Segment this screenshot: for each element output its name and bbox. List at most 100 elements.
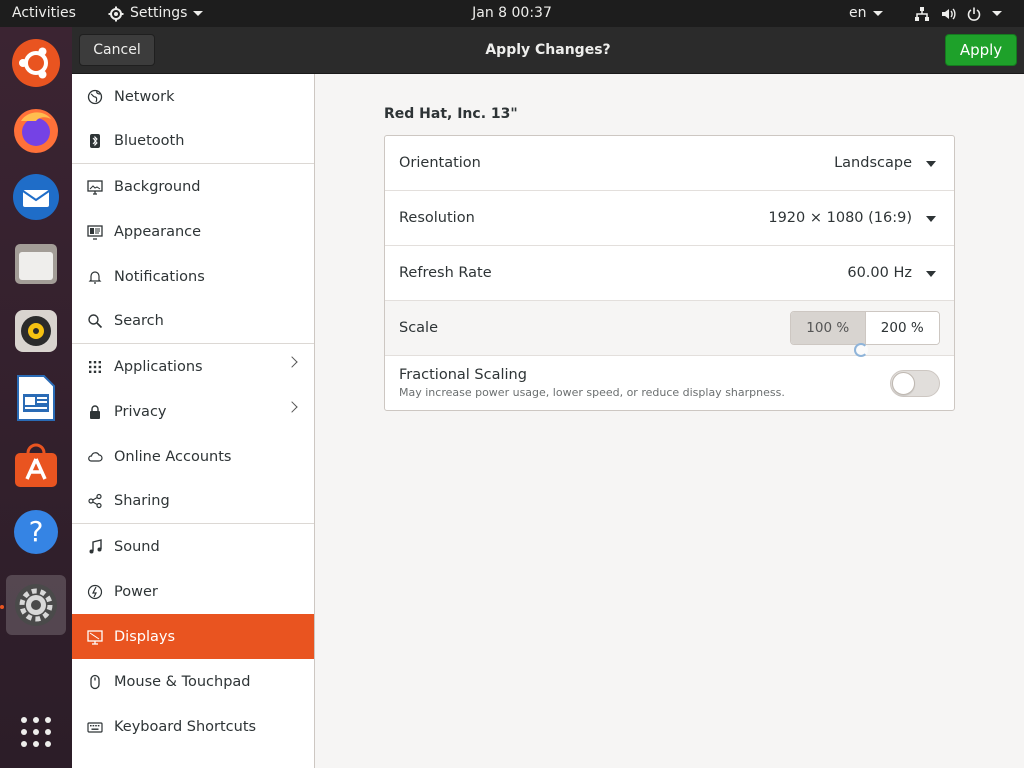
sidebar-item-label: Sharing xyxy=(114,493,170,509)
header-bar: Cancel Apply Changes? Apply xyxy=(72,27,1024,74)
dock-show-apps[interactable] xyxy=(6,702,66,762)
sidebar-item-power[interactable]: Power xyxy=(72,569,314,614)
sidebar-item-applications[interactable]: Applications xyxy=(72,344,314,389)
sidebar-item-displays[interactable]: Displays xyxy=(72,614,314,659)
orientation-dropdown[interactable] xyxy=(754,136,954,191)
rhythmbox-icon xyxy=(15,310,57,352)
chevron-down-icon xyxy=(992,11,1002,16)
sidebar-item-sharing[interactable]: Sharing xyxy=(72,479,314,524)
sidebar-item-label: Search xyxy=(114,313,164,329)
sidebar-item-label: Keyboard Shortcuts xyxy=(114,718,257,735)
scale-row: Scale 100 % 200 % xyxy=(385,301,954,357)
chevron-right-icon xyxy=(286,401,298,413)
privacy-icon xyxy=(86,403,104,421)
sidebar-item-label: Background xyxy=(114,178,201,195)
sidebar-item-background[interactable]: Background xyxy=(72,164,314,209)
fractional-scaling-switch[interactable] xyxy=(890,370,940,397)
refresh-rate-row[interactable]: Refresh Rate 60.00 Hz xyxy=(385,246,954,301)
scale-label: Scale xyxy=(399,320,439,336)
chevron-down-icon xyxy=(872,11,883,16)
scale-selector: 100 % 200 % xyxy=(790,311,940,345)
sidebar-item-mouse-touchpad[interactable]: Mouse & Touchpad xyxy=(72,659,314,704)
sidebar-item-label: Mouse & Touchpad xyxy=(114,673,251,690)
libreoffice-writer-icon xyxy=(17,375,55,421)
refresh-rate-label: Refresh Rate xyxy=(399,265,492,281)
resolution-row[interactable]: Resolution 1920 × 1080 (16:9) xyxy=(385,191,954,246)
fractional-scaling-row[interactable]: Fractional Scaling May increase power us… xyxy=(385,356,954,410)
firefox-icon xyxy=(14,109,58,153)
sidebar-item-label: Bluetooth xyxy=(114,133,185,149)
dock-writer[interactable] xyxy=(6,368,66,428)
software-icon xyxy=(15,443,57,487)
sidebar-item-bluetooth[interactable]: Bluetooth xyxy=(72,119,314,164)
scale-200-button[interactable]: 200 % xyxy=(865,312,939,344)
scale-100-button[interactable]: 100 % xyxy=(791,312,866,344)
running-indicator xyxy=(0,605,4,609)
help-icon: ? xyxy=(14,510,58,554)
app-menu-label: Settings xyxy=(130,5,188,21)
sidebar-item-search[interactable]: Search xyxy=(72,299,314,344)
background-icon xyxy=(86,178,104,196)
sidebar-item-label: Online Accounts xyxy=(114,448,232,465)
settings-icon xyxy=(15,584,57,626)
sidebar-item-appearance[interactable]: Appearance xyxy=(72,209,314,254)
language-indicator[interactable]: en xyxy=(849,0,883,27)
sidebar-item-label: Network xyxy=(114,88,175,105)
power-icon xyxy=(86,583,104,601)
network-icon xyxy=(915,6,929,21)
cancel-button[interactable]: Cancel xyxy=(79,34,155,66)
busy-cursor-icon xyxy=(854,343,868,357)
dock-rhythmbox[interactable] xyxy=(6,301,66,361)
displays-icon xyxy=(86,628,104,646)
sidebar-item-network[interactable]: Network xyxy=(72,74,314,119)
sidebar-item-label: Appearance xyxy=(114,223,202,240)
applications-icon xyxy=(86,358,104,376)
power-icon xyxy=(967,7,981,21)
show-apps-icon xyxy=(21,717,51,747)
bluetooth-icon xyxy=(86,132,104,150)
resolution-dropdown[interactable] xyxy=(754,191,954,246)
fractional-scaling-description: May increase power usage, lower speed, o… xyxy=(399,386,785,399)
volume-icon xyxy=(942,8,956,19)
sound-icon xyxy=(86,538,104,556)
refresh-rate-dropdown[interactable] xyxy=(754,246,954,301)
settings-sidebar: Network Bluetooth Background Appearance … xyxy=(72,74,315,768)
gear-icon xyxy=(108,6,124,21)
dock-software[interactable] xyxy=(6,435,66,495)
dock-firefox[interactable] xyxy=(6,100,66,160)
switch-knob xyxy=(892,372,915,395)
dock: ? xyxy=(0,27,72,768)
system-menu[interactable] xyxy=(914,0,1002,27)
apply-button[interactable]: Apply xyxy=(945,34,1017,66)
dock-help[interactable]: ? xyxy=(6,502,66,562)
displays-panel: Red Hat, Inc. 13" Orientation Landscape … xyxy=(315,74,1024,768)
sidebar-item-label: Displays xyxy=(114,628,176,645)
dock-thunderbird[interactable] xyxy=(6,167,66,227)
sidebar-item-sound[interactable]: Sound xyxy=(72,524,314,569)
chevron-down-icon xyxy=(193,11,204,16)
fractional-scaling-label: Fractional Scaling xyxy=(399,367,527,383)
activities-button[interactable]: Activities xyxy=(12,0,76,27)
appearance-icon xyxy=(86,223,104,241)
sidebar-item-keyboard-shortcuts[interactable]: Keyboard Shortcuts xyxy=(72,704,314,749)
monitor-name: Red Hat, Inc. 13" xyxy=(384,106,518,122)
sidebar-item-label: Notifications xyxy=(114,268,205,285)
search-icon xyxy=(86,312,104,330)
sidebar-item-label: Sound xyxy=(114,538,160,555)
app-menu[interactable]: Settings xyxy=(108,0,204,27)
notifications-icon xyxy=(86,268,104,286)
sidebar-item-privacy[interactable]: Privacy xyxy=(72,389,314,434)
sharing-icon xyxy=(86,492,104,510)
sidebar-item-label: Power xyxy=(114,583,158,600)
svg-text:?: ? xyxy=(29,515,44,548)
dock-settings[interactable] xyxy=(6,575,66,635)
resolution-label: Resolution xyxy=(399,210,475,226)
dock-files[interactable] xyxy=(6,234,66,294)
files-icon xyxy=(15,244,57,284)
dock-ubuntu[interactable] xyxy=(6,33,66,93)
sidebar-item-notifications[interactable]: Notifications xyxy=(72,254,314,299)
top-bar: Activities Settings Jan 8 00:37 en xyxy=(0,0,1024,27)
clock[interactable]: Jan 8 00:37 xyxy=(472,5,552,21)
sidebar-item-online-accounts[interactable]: Online Accounts xyxy=(72,434,314,479)
orientation-row[interactable]: Orientation Landscape xyxy=(385,136,954,191)
